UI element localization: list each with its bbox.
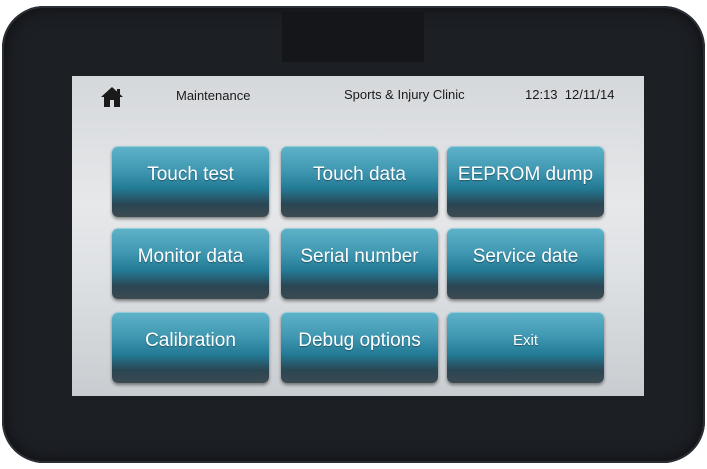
touch-screen: Maintenance Sports & Injury Clinic 12:13…: [72, 76, 644, 396]
time-text: 12:13: [525, 87, 558, 102]
service-date-button[interactable]: Service date: [447, 228, 604, 299]
date-text: 12/11/14: [564, 87, 615, 102]
calibration-button[interactable]: Calibration: [112, 312, 269, 383]
exit-button[interactable]: Exit: [447, 312, 604, 383]
page-title: Maintenance: [176, 88, 251, 103]
camera-housing: [282, 12, 424, 62]
home-icon[interactable]: [100, 86, 124, 108]
device-bezel: Maintenance Sports & Injury Clinic 12:13…: [2, 6, 705, 463]
monitor-data-button[interactable]: Monitor data: [112, 228, 269, 299]
debug-options-button[interactable]: Debug options: [281, 312, 438, 383]
clock: 12:13 12/11/14: [525, 87, 614, 102]
touch-data-button[interactable]: Touch data: [281, 146, 438, 217]
clinic-name: Sports & Injury Clinic: [344, 87, 465, 102]
touch-test-button[interactable]: Touch test: [112, 146, 269, 217]
eeprom-dump-button[interactable]: EEPROM dump: [447, 146, 604, 217]
serial-number-button[interactable]: Serial number: [281, 228, 438, 299]
status-bar: Maintenance Sports & Injury Clinic 12:13…: [72, 76, 644, 116]
